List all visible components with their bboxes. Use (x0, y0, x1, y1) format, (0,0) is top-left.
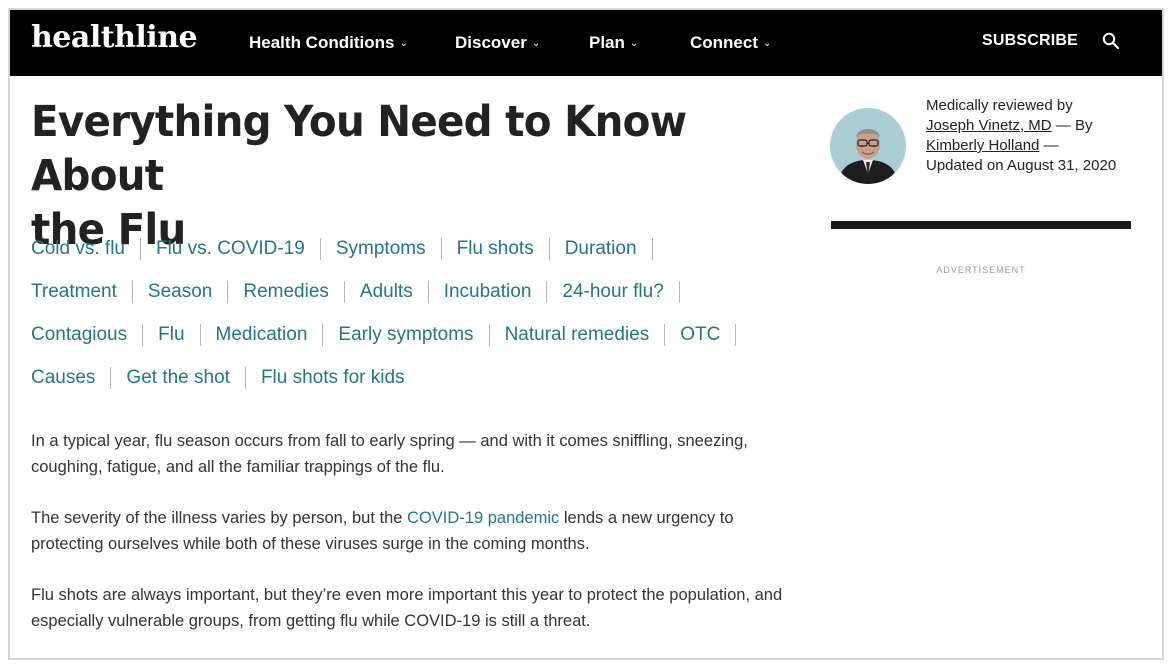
toc-link-flu-vs-covid[interactable]: Flu vs. COVID-19 (156, 238, 321, 260)
toc-row: Contagious Flu Medication Early symptoms Nat… (31, 322, 791, 365)
nav-label: Connect (690, 33, 758, 52)
nav-discover[interactable]: Discover ⌄ (455, 33, 540, 53)
toc-link-24-hour-flu[interactable]: 24-hour flu? (562, 281, 680, 303)
article-paragraph: The severity of the illness varies by pe… (31, 505, 791, 557)
reviewed-by-text: Medically reviewed by (926, 97, 1073, 114)
sidebar-divider (831, 221, 1131, 229)
chevron-down-icon: ⌄ (399, 38, 408, 49)
toc-link-flu[interactable]: Flu (158, 324, 201, 346)
toc-link-adults[interactable]: Adults (360, 281, 429, 303)
nav-plan[interactable]: Plan ⌄ (589, 33, 638, 53)
covid-pandemic-link[interactable]: COVID-19 pandemic (407, 509, 559, 527)
updated-date: Updated on August 31, 2020 (926, 157, 1117, 174)
title-line-1: Everything You Need to Know About (31, 97, 687, 201)
subscribe-button[interactable]: SUBSCRIBE (982, 32, 1078, 50)
page-title: Everything You Need to Know About the Fl… (31, 95, 745, 257)
toc-link-otc[interactable]: OTC (680, 324, 737, 346)
toc-link-flu-shots[interactable]: Flu shots (457, 238, 550, 260)
reviewer-avatar (830, 108, 906, 184)
toc-link-treatment[interactable]: Treatment (31, 281, 133, 303)
toc-link-natural-remedies[interactable]: Natural remedies (505, 324, 666, 346)
toc-row: Cold vs. flu Flu vs. COVID-19 Symptoms Flu … (31, 236, 791, 279)
nav-label: Discover (455, 33, 527, 52)
toc-link-cold-vs-flu[interactable]: Cold vs. flu (31, 238, 141, 260)
advertisement-label: ADVERTISEMENT (936, 265, 1026, 275)
toc-link-get-the-shot[interactable]: Get the shot (126, 367, 246, 389)
healthline-logo[interactable]: healthline (31, 20, 198, 55)
dash-text: — (1039, 137, 1059, 154)
article-paragraph: In a typical year, flu season occurs fro… (31, 432, 748, 476)
site-header: healthline Health Conditions ⌄ Discover ⌄ … (10, 10, 1162, 76)
chevron-down-icon: ⌄ (763, 38, 772, 49)
reviewer-photo-icon (830, 108, 906, 184)
toc-link-symptoms[interactable]: Symptoms (336, 238, 442, 260)
by-text: — By (1051, 117, 1093, 134)
nav-health-conditions[interactable]: Health Conditions ⌄ (249, 33, 408, 53)
table-of-contents: Cold vs. flu Flu vs. COVID-19 Symptoms Flu … (31, 236, 791, 408)
toc-row: Treatment Season Remedies Adults Incubation 2… (31, 279, 791, 322)
toc-link-flu-shots-for-kids[interactable]: Flu shots for kids (261, 367, 420, 389)
nav-connect[interactable]: Connect ⌄ (690, 33, 771, 53)
nav-label: Health Conditions (249, 33, 395, 52)
browser-viewport: healthline Health Conditions ⌄ Discover ⌄ … (8, 8, 1164, 660)
toc-link-incubation[interactable]: Incubation (444, 281, 548, 303)
toc-row: Causes Get the shot Flu shots for kids (31, 365, 791, 408)
toc-link-remedies[interactable]: Remedies (243, 281, 345, 303)
article-byline: Medically reviewed by Joseph Vinetz, MD … (926, 96, 1126, 176)
toc-link-duration[interactable]: Duration (565, 238, 653, 260)
toc-link-season[interactable]: Season (148, 281, 229, 303)
author-link[interactable]: Kimberly Holland (926, 137, 1039, 154)
toc-link-early-symptoms[interactable]: Early symptoms (338, 324, 490, 346)
article-paragraph: Flu shots are always important, but they… (31, 586, 783, 630)
nav-label: Plan (589, 33, 625, 52)
toc-link-medication[interactable]: Medication (216, 324, 324, 346)
toc-link-causes[interactable]: Causes (31, 367, 112, 389)
chevron-down-icon: ⌄ (629, 38, 639, 49)
search-icon[interactable] (1102, 32, 1120, 50)
chevron-down-icon: ⌄ (531, 38, 541, 49)
paragraph-text: The severity of the illness varies by pe… (31, 509, 408, 527)
reviewer-link[interactable]: Joseph Vinetz, MD (926, 117, 1052, 134)
toc-link-contagious[interactable]: Contagious (31, 324, 144, 346)
